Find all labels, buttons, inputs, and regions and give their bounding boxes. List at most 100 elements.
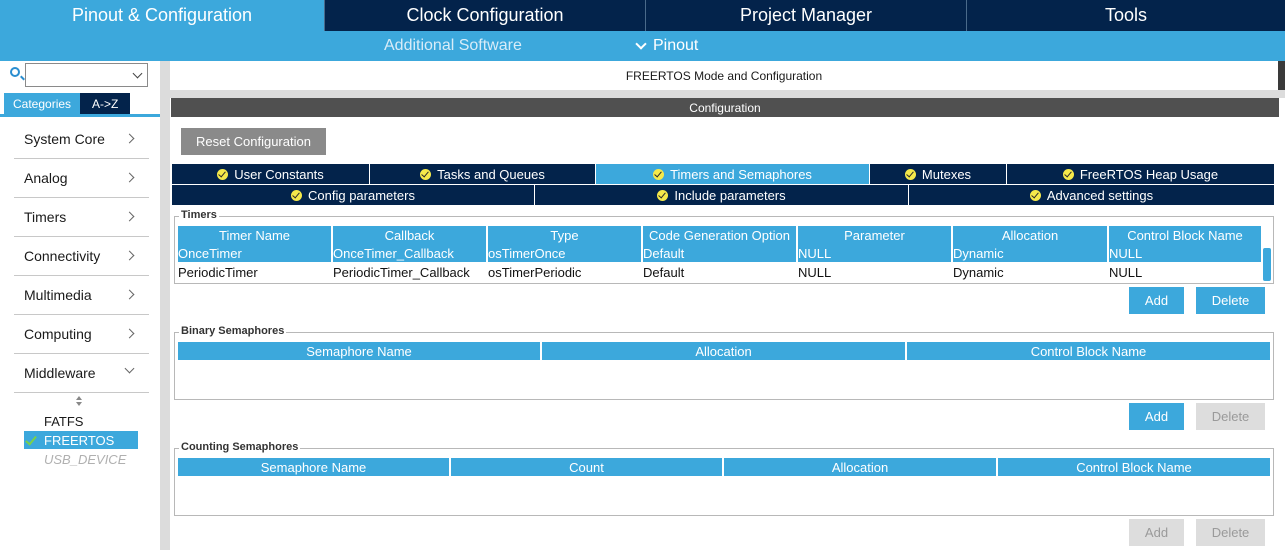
chevron-right-icon: [124, 328, 135, 339]
tab-a-z[interactable]: A->Z: [80, 93, 131, 114]
search-icon[interactable]: [10, 67, 20, 77]
tab-clock-configuration[interactable]: Clock Configuration: [325, 0, 646, 31]
counting-semaphores-delete-button[interactable]: Delete: [1196, 519, 1265, 546]
group-title: Counting Semaphores: [179, 441, 301, 453]
tab-label: Timers and Semaphores: [670, 166, 812, 182]
check-circle-icon: [420, 168, 432, 180]
tab-label: Tasks and Queues: [437, 166, 545, 182]
middleware-item-fatfs[interactable]: FATFS: [24, 412, 138, 430]
binary-semaphores-delete-button[interactable]: Delete: [1196, 403, 1265, 430]
table-row[interactable]: OnceTimer OnceTimer_Callback osTimerOnce…: [178, 244, 1263, 262]
check-circle-icon: [653, 168, 665, 180]
check-icon: [25, 433, 37, 446]
chevron-right-icon: [124, 250, 135, 261]
group-title: Binary Semaphores: [179, 325, 287, 337]
category-middleware[interactable]: Middleware: [14, 354, 149, 393]
binary-semaphores-add-button[interactable]: Add: [1129, 403, 1184, 430]
timers-scrollbar[interactable]: [1263, 248, 1271, 281]
table-cell: NULL: [1109, 263, 1263, 281]
category-multimedia[interactable]: Multimedia: [14, 276, 149, 315]
check-circle-icon: [904, 168, 916, 180]
column-header[interactable]: Type: [488, 226, 643, 244]
chevron-down-icon: [124, 363, 135, 374]
category-timers[interactable]: Timers: [14, 198, 149, 237]
column-header[interactable]: Callback: [333, 226, 488, 244]
tab-freertos-heap-usage[interactable]: FreeRTOS Heap Usage: [1007, 164, 1274, 184]
tab-tools[interactable]: Tools: [967, 0, 1285, 31]
configuration-header: Configuration: [171, 98, 1279, 117]
pinout-menu-label: Pinout: [653, 37, 699, 54]
table-cell: OnceTimer_Callback: [333, 244, 488, 262]
chevron-down-icon[interactable]: [132, 68, 143, 79]
column-header[interactable]: Allocation: [542, 342, 907, 360]
counting-semaphores-add-button[interactable]: Add: [1129, 519, 1184, 546]
search-input[interactable]: [25, 63, 148, 87]
category-computing[interactable]: Computing: [14, 315, 149, 354]
middleware-item-freertos[interactable]: FREERTOS: [24, 431, 138, 449]
tab-categories[interactable]: Categories: [4, 93, 81, 114]
category-label: Middleware: [24, 365, 96, 381]
tab-include-parameters[interactable]: Include parameters: [535, 185, 909, 205]
category-label: Computing: [24, 326, 92, 342]
sidebar-splitter[interactable]: [160, 61, 170, 550]
sort-icon[interactable]: [76, 396, 84, 406]
table-row[interactable]: PeriodicTimer PeriodicTimer_Callback osT…: [178, 263, 1263, 281]
category-tabs: Categories A->Z: [4, 93, 131, 114]
table-cell: Default: [643, 244, 798, 262]
tab-pinout-configuration[interactable]: Pinout & Configuration: [0, 0, 325, 31]
counting-semaphores-table-header: Semaphore Name Count Allocation Control …: [178, 458, 1270, 476]
chevron-right-icon: [124, 289, 135, 300]
pinout-menu[interactable]: Pinout: [635, 31, 699, 61]
tab-user-constants[interactable]: User Constants: [172, 164, 370, 184]
tab-label: Mutexes: [921, 166, 972, 182]
tab-tasks-and-queues[interactable]: Tasks and Queues: [370, 164, 596, 184]
category-label: Connectivity: [24, 248, 101, 264]
reset-configuration-button[interactable]: Reset Configuration: [181, 128, 326, 155]
panel-splitter[interactable]: [170, 90, 1285, 98]
middleware-item-usb-device: USB_DEVICE: [44, 451, 127, 467]
table-cell: Default: [643, 263, 798, 281]
tab-mutexes[interactable]: Mutexes: [870, 164, 1007, 184]
table-cell: Dynamic: [953, 263, 1109, 281]
column-header[interactable]: Control Block Name: [998, 458, 1270, 476]
column-header[interactable]: Code Generation Option: [643, 226, 798, 244]
tab-label: Config parameters: [308, 187, 415, 203]
column-header[interactable]: Parameter: [798, 226, 953, 244]
category-system-core[interactable]: System Core: [14, 120, 149, 159]
timers-add-button[interactable]: Add: [1129, 287, 1184, 314]
table-cell: osTimerOnce: [488, 244, 643, 262]
additional-software-menu[interactable]: Additional Software: [384, 31, 522, 61]
param-tabs-row-2: Config parameters Include parameters Adv…: [172, 185, 1274, 205]
category-analog[interactable]: Analog: [14, 159, 149, 198]
tab-config-parameters[interactable]: Config parameters: [172, 185, 535, 205]
sub-toolbar: Additional Software Pinout: [0, 31, 1285, 61]
tab-timers-and-semaphores[interactable]: Timers and Semaphores: [596, 164, 870, 184]
column-header[interactable]: Control Block Name: [1109, 226, 1263, 244]
category-connectivity[interactable]: Connectivity: [14, 237, 149, 276]
chevron-down-icon: [635, 38, 647, 50]
check-circle-icon: [657, 189, 669, 201]
column-header[interactable]: Control Block Name: [907, 342, 1270, 360]
check-circle-icon: [291, 189, 303, 201]
table-cell: Dynamic: [953, 244, 1109, 262]
timers-delete-button[interactable]: Delete: [1196, 287, 1265, 314]
check-circle-icon: [1062, 168, 1074, 180]
middleware-item-label: FREERTOS: [44, 432, 115, 448]
tab-project-manager[interactable]: Project Manager: [646, 0, 967, 31]
column-header[interactable]: Timer Name: [178, 226, 333, 244]
panel-scroll-stub: [1278, 61, 1285, 90]
column-header[interactable]: Semaphore Name: [178, 458, 451, 476]
category-tab-underline: [0, 114, 160, 117]
table-cell: PeriodicTimer_Callback: [333, 263, 488, 281]
tab-label: FreeRTOS Heap Usage: [1079, 166, 1219, 182]
binary-semaphores-table-header: Semaphore Name Allocation Control Block …: [178, 342, 1270, 360]
column-header[interactable]: Count: [451, 458, 724, 476]
category-label: Multimedia: [24, 287, 92, 303]
column-header[interactable]: Semaphore Name: [178, 342, 542, 360]
table-cell: osTimerPeriodic: [488, 263, 643, 281]
column-header[interactable]: Allocation: [953, 226, 1109, 244]
tab-advanced-settings[interactable]: Advanced settings: [909, 185, 1274, 205]
table-cell: NULL: [798, 244, 953, 262]
column-header[interactable]: Allocation: [724, 458, 998, 476]
category-label: Analog: [24, 170, 68, 186]
